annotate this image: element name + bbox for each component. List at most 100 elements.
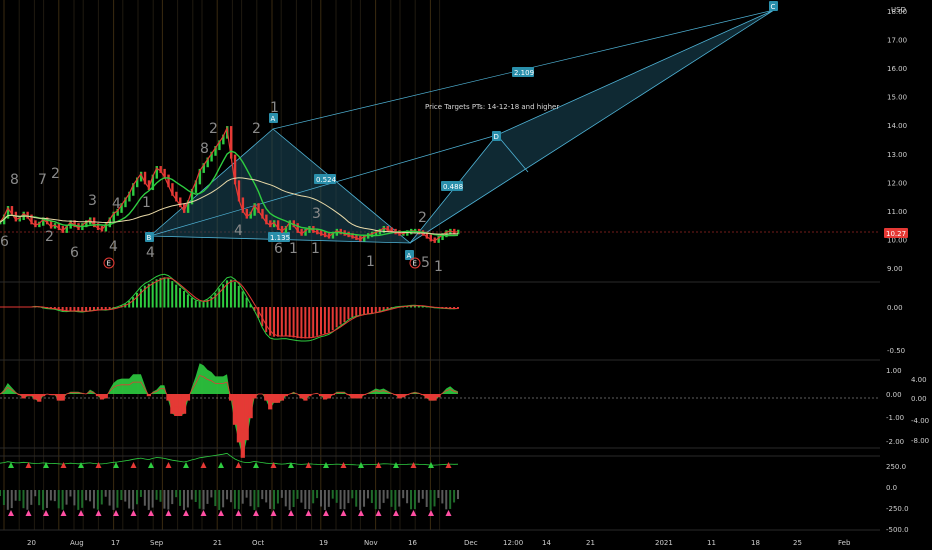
macd-bar (374, 307, 377, 313)
pink-arrow (8, 510, 14, 516)
signal-arrow (288, 462, 294, 468)
volume-bar (167, 490, 170, 510)
macd-bar (198, 301, 201, 308)
histogram-line (0, 375, 459, 434)
volume-bar (124, 490, 127, 502)
volume-bar (65, 490, 68, 505)
pink-arrow (428, 510, 434, 516)
volume-bar (370, 490, 373, 504)
macd-bar (233, 281, 236, 308)
histogram-pane (0, 363, 459, 458)
histogram-negative (248, 394, 253, 419)
volume-bar (347, 490, 350, 504)
price-tick: 11.00 (887, 208, 907, 216)
pink-arrow (375, 510, 382, 516)
volume-bar (257, 490, 260, 508)
volume-bar (61, 490, 64, 510)
wave-label: 1 (270, 100, 279, 116)
macd-bar (335, 307, 338, 328)
volume-bar (77, 490, 80, 510)
ratio-label: 0.524 (316, 176, 337, 184)
macd-bar (229, 279, 232, 308)
macd-bar (159, 277, 162, 308)
volume-bar (304, 490, 307, 510)
volume-bar (363, 490, 366, 507)
macd-tick: 0.00 (887, 304, 903, 312)
macd-bar (190, 298, 193, 308)
volume-bar (276, 490, 279, 504)
volume-bar (42, 490, 45, 510)
volume-bar (429, 490, 432, 510)
point-label: A (271, 115, 276, 123)
volume-bar (237, 490, 240, 510)
time-tick: 12:00 (503, 539, 523, 547)
candle (34, 220, 37, 228)
volume-bar (120, 490, 123, 501)
wave-label: 2 (45, 229, 54, 245)
time-tick: Dec (464, 539, 478, 547)
wave-label: 1 (366, 254, 375, 270)
macd-bar (136, 292, 139, 308)
bottom-tick: 0.0 (886, 484, 897, 492)
volume-bar (116, 490, 119, 508)
volume-bar (81, 490, 84, 508)
macd-bar (241, 291, 244, 308)
earnings-label: E (413, 260, 417, 268)
macd-bar (359, 307, 362, 316)
volume-bar (53, 490, 56, 502)
volume-bar (155, 490, 158, 500)
signal-arrow (253, 462, 259, 468)
macd-bar (323, 307, 326, 334)
macd-bar (284, 307, 287, 337)
time-tick: 17 (111, 539, 120, 547)
volume-bar (10, 490, 13, 509)
wave-label: 8 (10, 172, 19, 188)
volume-bar (112, 490, 115, 510)
signal-arrow (130, 462, 137, 468)
time-tick: 25 (793, 539, 802, 547)
wave-label: 4 (112, 196, 121, 212)
macd-bar (218, 288, 221, 308)
volume-bar (355, 490, 358, 507)
volume-bar (241, 490, 244, 504)
time-tick: Nov (364, 539, 378, 547)
wave-label: 8 (200, 141, 209, 157)
histogram-negative (272, 394, 277, 403)
signal-arrow (393, 462, 399, 468)
ratio-label: 2.109 (514, 69, 534, 77)
volume-bar (382, 490, 385, 503)
pink-arrow (183, 510, 189, 516)
volume-bar (100, 490, 103, 505)
time-tick: 19 (319, 539, 328, 547)
point-label: D (494, 133, 499, 141)
volume-bar (390, 490, 393, 507)
wave-label: 1 (142, 195, 151, 211)
osc-tick-right: -4.00 (911, 417, 929, 425)
macd-bar (288, 307, 291, 337)
volume-bar (198, 490, 201, 509)
histogram-negative (181, 394, 187, 414)
pink-arrow (393, 510, 399, 516)
wave-label: 6 (274, 241, 283, 257)
macd-bar (245, 297, 248, 308)
price-tick: 14.00 (887, 122, 907, 130)
macd-bar (175, 284, 178, 308)
wave-label: 1 (434, 259, 443, 275)
currency-label: USD (891, 6, 906, 14)
time-tick: Aug (70, 539, 84, 547)
volume-bar (331, 490, 334, 499)
wave-label: 4 (109, 239, 118, 255)
macd-bar (312, 307, 315, 338)
time-tick: 21 (213, 539, 222, 547)
price-tick: 13.00 (887, 151, 907, 159)
signal-arrow (340, 462, 347, 468)
volume-bar (186, 490, 189, 508)
macd-bar (300, 307, 303, 339)
wave-label: 3 (312, 206, 321, 222)
osc-tick-right: 4.00 (911, 376, 927, 384)
volume-bar (96, 490, 99, 510)
volume-bar (335, 490, 338, 503)
macd-tick: -0.50 (887, 347, 905, 355)
volume-bar (417, 490, 420, 503)
macd-line (0, 273, 459, 342)
